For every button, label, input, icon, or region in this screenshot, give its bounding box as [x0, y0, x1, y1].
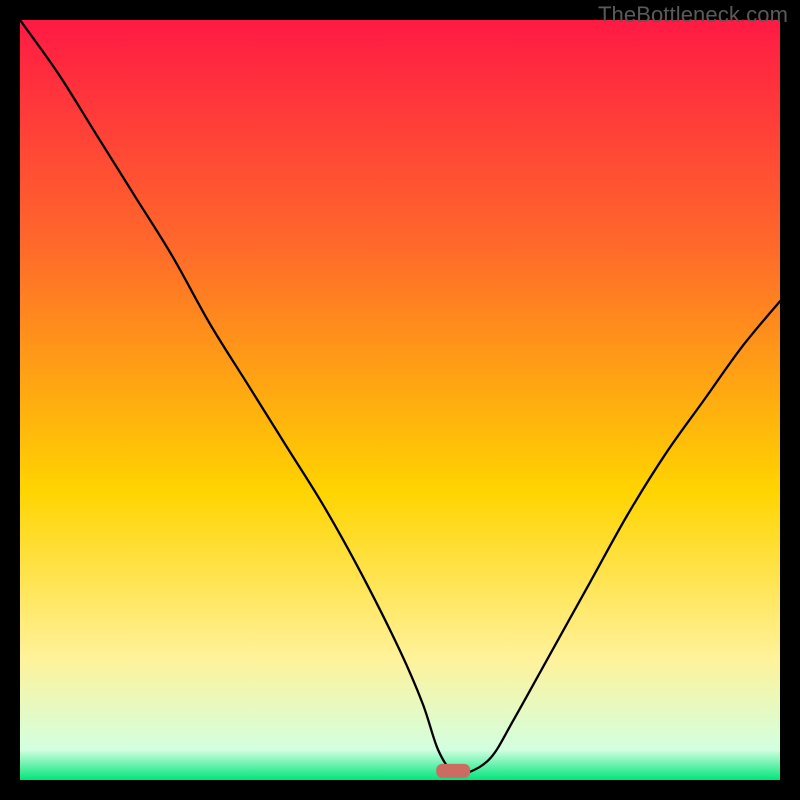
optimum-marker [436, 764, 470, 778]
bottleneck-chart [20, 20, 780, 780]
gradient-background [20, 20, 780, 780]
watermark-text: TheBottleneck.com [598, 2, 788, 28]
chart-container [20, 20, 780, 780]
